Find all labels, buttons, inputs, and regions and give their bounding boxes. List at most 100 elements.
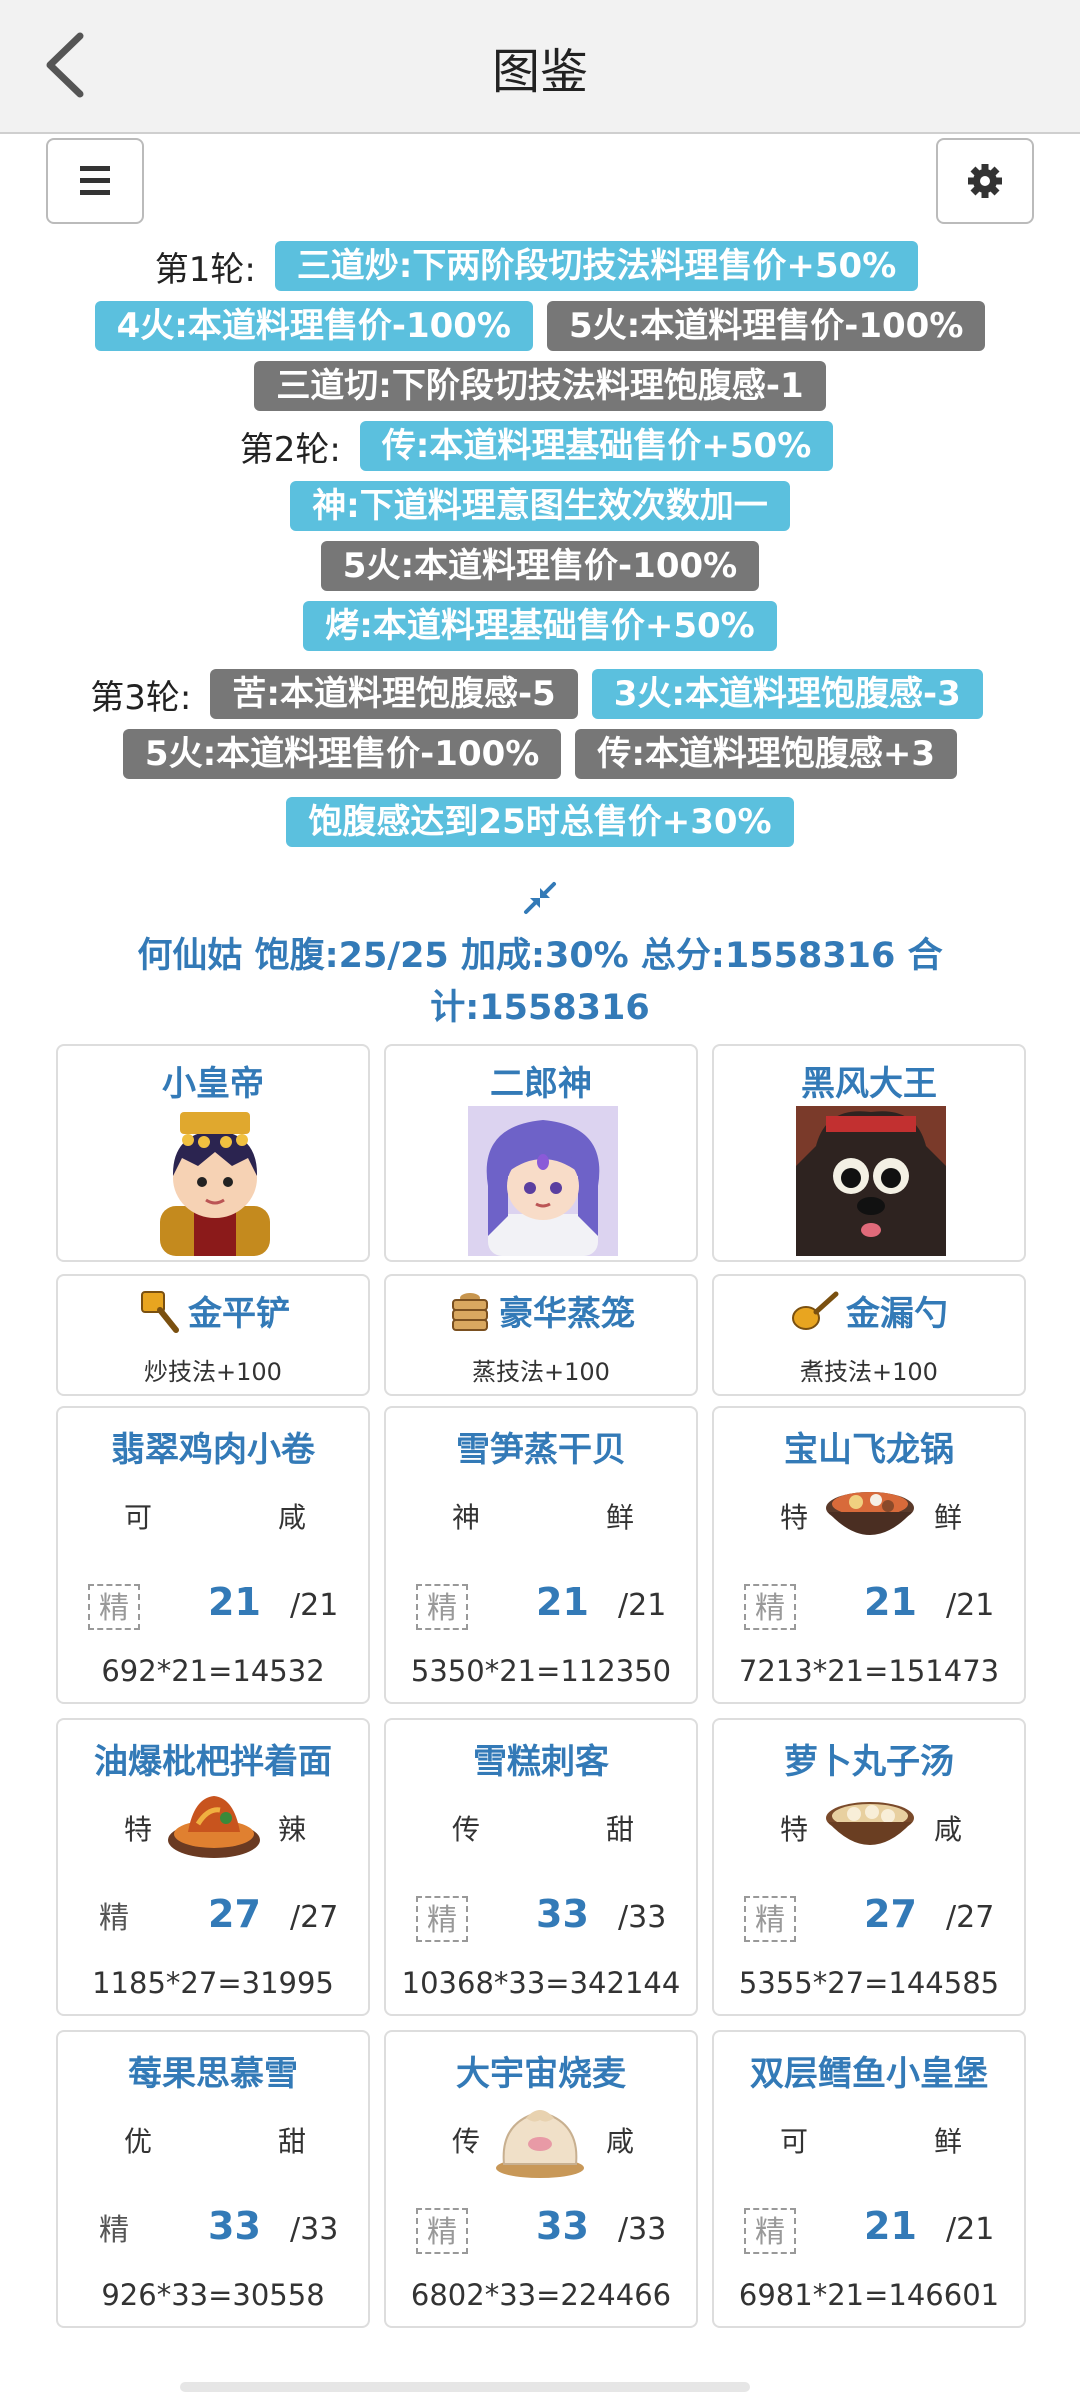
dish-tag: 可 <box>780 2125 809 2158</box>
round-1-row-3: 三道切:下阶段切技法料理饱腹感-1 <box>0 356 1080 416</box>
round-2-row-2: 神:下道料理意图生效次数加一 <box>0 476 1080 536</box>
dish-tag: 鲜 <box>934 2125 963 2158</box>
dish-card[interactable]: 雪糕刺客 传 甜 精 33 /33 10368*33=342144 <box>384 1718 698 2016</box>
equip-skill: 蒸技法+100 <box>472 1358 610 1386</box>
dish-card[interactable]: 大宇宙烧麦 传 咸 精 33 /33 6802*33=224466 <box>384 2030 698 2328</box>
dish-max: /21 <box>290 1588 339 1623</box>
dish-calc: 926*33=30558 <box>101 2278 325 2312</box>
dish-quantity[interactable]: 21 <box>208 1580 261 1624</box>
chef-card[interactable]: 二郎神 <box>384 1044 698 1262</box>
equip-header: 金漏勺 <box>714 1286 1024 1335</box>
score-summary: 何仙姑 饱腹:25/25 加成:30% 总分:1558316 合计:155831… <box>137 936 943 1028</box>
top-bar: 图鉴 <box>0 0 1080 134</box>
rule-tag: 传:本道料理基础售价+50% <box>359 421 834 471</box>
dish-calc: 6802*33=224466 <box>410 2278 672 2312</box>
hamburger-icon <box>80 166 110 195</box>
dish-quantity[interactable]: 33 <box>536 1892 589 1936</box>
rule-tag: 苦:本道料理饱腹感-5 <box>210 669 578 719</box>
equip-card[interactable]: 豪华蒸笼 蒸技法+100 <box>384 1274 698 1396</box>
equip-name: 金平铲 <box>188 1294 290 1334</box>
dish-tag: 甜 <box>278 2125 307 2158</box>
dish-max: /27 <box>946 1900 995 1935</box>
dish-tag: 传 <box>452 2125 481 2158</box>
emperor-avatar <box>160 1112 270 1256</box>
dish-card[interactable]: 莓果思慕雪 优 甜 精 33 /33 926*33=30558 <box>56 2030 370 2328</box>
dish-quantity[interactable]: 27 <box>208 1892 261 1936</box>
equip-name: 金漏勺 <box>846 1294 948 1334</box>
equip-card[interactable]: 金平铲 炒技法+100 <box>56 1274 370 1396</box>
black-wind-avatar <box>796 1106 946 1256</box>
dish-max: /33 <box>290 2212 339 2247</box>
chef-card[interactable]: 小皇帝 <box>56 1044 370 1262</box>
dish-card[interactable]: 翡翠鸡肉小卷 可 咸 精 21 /21 692*21=14532 <box>56 1406 370 1704</box>
round-1-row-2: 4火:本道料理售价-100% 5火:本道料理售价-100% <box>0 296 1080 356</box>
dish-calc: 5355*27=144585 <box>738 1966 1000 2000</box>
rule-tag: 5火:本道料理售价-100% <box>320 541 760 591</box>
round-2-row-4: 烤:本道料理基础售价+50% <box>0 596 1080 656</box>
dish-quantity[interactable]: 21 <box>864 1580 917 1624</box>
round-1-row-1: 第1轮: 三道炒:下两阶段切技法料理售价+50% <box>0 236 1080 296</box>
dish-card[interactable]: 萝卜丸子汤 特 咸 精 27 /27 5355*27=144585 <box>712 1718 1026 2016</box>
rule-tag: 三道炒:下两阶段切技法料理售价+50% <box>274 241 919 291</box>
round-label: 第1轮: <box>154 249 256 290</box>
scroll-indicator <box>180 2382 750 2392</box>
dish-card[interactable]: 宝山飞龙锅 特 鲜 精 21 /21 7213*21=151473 <box>712 1406 1026 1704</box>
dish-tag: 咸 <box>278 1501 307 1534</box>
jing-badge[interactable]: 精 <box>416 2208 468 2254</box>
dish-name: 油爆枇杷拌着面 <box>94 1742 332 1782</box>
dish-name: 大宇宙烧麦 <box>456 2054 626 2094</box>
dish-card[interactable]: 油爆枇杷拌着面 特 辣 精 27 /27 1185*27=31995 <box>56 1718 370 2016</box>
dish-name: 萝卜丸子汤 <box>784 1742 954 1782</box>
dish-card[interactable]: 雪笋蒸干贝 神 鲜 精 21 /21 5350*21=112350 <box>384 1406 698 1704</box>
equip-card[interactable]: 金漏勺 煮技法+100 <box>712 1274 1026 1396</box>
rule-tag: 4火:本道料理售价-100% <box>94 301 533 351</box>
dish-quantity[interactable]: 27 <box>864 1892 917 1936</box>
round-2-row-3: 5火:本道料理售价-100% <box>0 536 1080 596</box>
dish-name: 莓果思慕雪 <box>128 2054 298 2094</box>
hotpot-icon <box>826 1492 914 1535</box>
dish-tag: 传 <box>452 1813 481 1846</box>
dish-tag: 特 <box>124 1813 153 1846</box>
jing-badge[interactable]: 精 <box>744 2208 796 2254</box>
dish-quantity[interactable]: 33 <box>536 2204 589 2248</box>
round-3-row-3: 饱腹感达到25时总售价+30% <box>0 792 1080 852</box>
jing-badge[interactable]: 精 <box>88 1896 140 1942</box>
jing-badge[interactable]: 精 <box>88 2208 140 2254</box>
dish-quantity[interactable]: 21 <box>536 1580 589 1624</box>
gear-icon <box>968 164 1002 198</box>
dish-max: /21 <box>946 2212 995 2247</box>
soup-icon <box>826 1802 914 1845</box>
dish-tag: 特 <box>780 1813 809 1846</box>
jing-badge[interactable]: 精 <box>744 1896 796 1942</box>
round-2-row-1: 第2轮: 传:本道料理基础售价+50% <box>0 416 1080 476</box>
jing-badge[interactable]: 精 <box>744 1584 796 1630</box>
ladle-icon <box>792 1291 839 1330</box>
chef-name: 小皇帝 <box>162 1064 264 1104</box>
jing-badge[interactable]: 精 <box>88 1584 140 1630</box>
dish-card[interactable]: 双层鳕鱼小皇堡 可 鲜 精 21 /21 6981*21=146601 <box>712 2030 1026 2328</box>
dish-calc: 5350*21=112350 <box>410 1654 672 1688</box>
jing-badge[interactable]: 精 <box>416 1584 468 1630</box>
round-3-row-1: 第3轮: 苦:本道料理饱腹感-5 3火:本道料理饱腹感-3 <box>0 664 1080 724</box>
settings-button[interactable] <box>936 138 1034 224</box>
rule-tag: 三道切:下阶段切技法料理饱腹感-1 <box>254 361 826 411</box>
chef-card[interactable]: 黑风大王 <box>712 1044 1026 1262</box>
jing-badge[interactable]: 精 <box>416 1896 468 1942</box>
round-rules: 第1轮: 三道炒:下两阶段切技法料理售价+50% 4火:本道料理售价-100% … <box>0 236 1080 852</box>
dish-max: /21 <box>618 1588 667 1623</box>
fried-dish-icon <box>168 1796 260 1858</box>
dish-calc: 6981*21=146601 <box>738 2278 1000 2312</box>
menu-button[interactable] <box>46 138 144 224</box>
dish-quantity[interactable]: 21 <box>864 2204 917 2248</box>
shaomai-icon <box>496 2110 584 2178</box>
dish-tag: 辣 <box>278 1813 307 1846</box>
collapse-icon[interactable] <box>522 880 558 916</box>
dish-name: 雪糕刺客 <box>473 1742 609 1782</box>
rule-tag: 3火:本道料理饱腹感-3 <box>591 669 983 719</box>
chef-name: 二郎神 <box>490 1064 592 1104</box>
rule-tag: 饱腹感达到25时总售价+30% <box>286 797 794 847</box>
dish-calc: 7213*21=151473 <box>738 1654 1000 1688</box>
dish-quantity[interactable]: 33 <box>208 2204 261 2248</box>
chef-name: 黑风大王 <box>801 1064 937 1104</box>
dish-name: 翡翠鸡肉小卷 <box>111 1430 315 1470</box>
